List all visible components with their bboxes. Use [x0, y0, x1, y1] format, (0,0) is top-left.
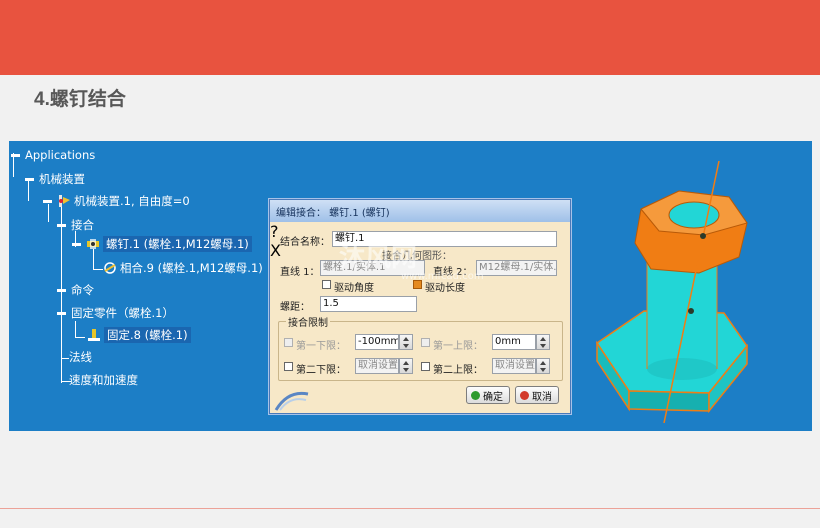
- tree-item-commands[interactable]: 命令: [57, 282, 94, 298]
- watermark-url: www.mfcad.com: [401, 271, 484, 282]
- ok-button[interactable]: 确定: [466, 386, 510, 404]
- first-upper-label: 第一上限：: [433, 341, 483, 352]
- first-lower-checkbox[interactable]: [284, 338, 293, 347]
- anchor-icon: [87, 328, 101, 342]
- dialog-title: 编辑接合： 螺钉.1 (螺钉): [276, 207, 390, 219]
- ok-icon: [471, 390, 480, 400]
- collapse-icon[interactable]: [57, 223, 66, 227]
- tree-item-mechanism[interactable]: 机械装置: [25, 171, 85, 187]
- tree-item-coincide[interactable]: 相合.9 (螺栓.1,M12螺母.1): [103, 260, 263, 276]
- joint-limits-label: 接合限制: [286, 314, 330, 329]
- first-upper-spinner[interactable]: [536, 334, 550, 350]
- line2-field[interactable]: M12螺母.1/实体.1: [476, 260, 557, 276]
- first-upper-checkbox[interactable]: [421, 338, 430, 347]
- joint-name-label: 结合名称：: [280, 237, 330, 248]
- coincidence-icon: [103, 261, 117, 275]
- second-lower-label: 第二下限：: [296, 365, 346, 376]
- first-lower-spinner[interactable]: [399, 334, 413, 350]
- first-upper-input[interactable]: 0mm: [492, 334, 536, 350]
- collapse-icon[interactable]: [25, 177, 34, 181]
- watermark: 沐风网: [339, 243, 418, 273]
- collapse-icon[interactable]: [11, 153, 20, 157]
- tree-root[interactable]: Applications: [11, 148, 95, 162]
- collapse-icon[interactable]: [72, 242, 81, 246]
- tree-item-mechanism-1[interactable]: 机械装置.1, 自由度=0: [43, 193, 190, 209]
- mechanism-icon: [57, 194, 71, 208]
- cancel-button[interactable]: 取消: [515, 386, 559, 404]
- second-upper-spinner[interactable]: [536, 358, 550, 374]
- specification-tree: Applications 机械装置 机械装置.1, 自由度=0 接合 螺钉.1 …: [9, 141, 269, 431]
- catia-logo-icon: [274, 391, 309, 411]
- edit-joint-dialog: 编辑接合： 螺钉.1 (螺钉) ? X 结合名称： 螺钉.1 接合几何图形： 直…: [269, 199, 571, 414]
- drive-angle-checkbox[interactable]: [322, 280, 331, 289]
- pitch-input[interactable]: 1.5: [320, 296, 417, 312]
- footer-line: [0, 508, 820, 509]
- first-lower-input[interactable]: -100mm: [355, 334, 399, 350]
- second-upper-checkbox[interactable]: [421, 362, 430, 371]
- second-lower-input[interactable]: 取消设置: [355, 358, 399, 374]
- second-lower-checkbox[interactable]: [284, 362, 293, 371]
- drive-angle-label: 驱动角度: [334, 283, 374, 294]
- second-lower-spinner[interactable]: [399, 358, 413, 374]
- first-lower-label: 第一下限：: [296, 341, 346, 352]
- bolt-nut-3d-model: [595, 161, 748, 423]
- tree-item-fixed-part[interactable]: 固定零件（螺栓.1）: [57, 305, 174, 321]
- line1-label: 直线 1：: [280, 267, 320, 278]
- tree-item-screw-joint[interactable]: 螺钉.1 (螺栓.1,M12螺母.1): [72, 236, 252, 252]
- tree-item-joints[interactable]: 接合: [57, 217, 94, 233]
- collapse-icon[interactable]: [57, 311, 66, 315]
- second-upper-input[interactable]: 取消设置: [492, 358, 536, 374]
- header-bar: [0, 0, 820, 75]
- expand-icon[interactable]: [57, 288, 66, 292]
- slide-title: 4.螺钉结合: [34, 89, 126, 110]
- cancel-icon: [520, 390, 529, 400]
- tree-item-fixed[interactable]: 固定.8 (螺栓.1): [87, 327, 191, 343]
- tree-item-speed-acceleration[interactable]: 速度和加速度: [69, 372, 138, 388]
- collapse-icon[interactable]: [43, 199, 52, 203]
- dialog-title-bar: 编辑接合： 螺钉.1 (螺钉): [270, 200, 570, 222]
- pitch-label: 螺距：: [280, 302, 310, 313]
- screw-joint-icon: [86, 237, 100, 251]
- tree-item-laws[interactable]: 法线: [69, 349, 92, 365]
- second-upper-label: 第二上限：: [433, 365, 483, 376]
- catia-screenshot: Applications 机械装置 机械装置.1, 自由度=0 接合 螺钉.1 …: [9, 141, 812, 431]
